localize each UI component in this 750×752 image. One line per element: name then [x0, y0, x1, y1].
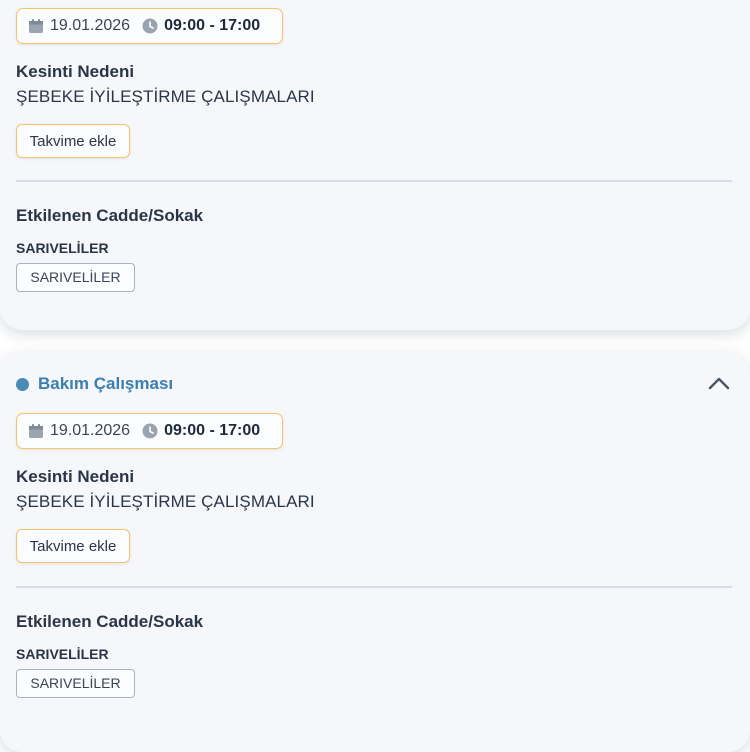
outage-time: 09:00 - 17:00: [164, 17, 261, 34]
chevron-up-icon[interactable]: [708, 376, 730, 390]
calendar-icon: [29, 424, 43, 438]
district-name: SARIVELİLER: [16, 646, 109, 662]
clock-icon: [142, 18, 158, 34]
street-tag: SARIVELİLER: [16, 669, 135, 698]
clock-icon: [142, 423, 158, 439]
outage-card: 19.01.2026 09:00 - 17:00 Kesinti Nedeni …: [0, 0, 750, 330]
date-time-chip: 19.01.2026 09:00 - 17:00: [16, 413, 283, 449]
add-to-calendar-button[interactable]: Takvime ekle: [16, 529, 130, 563]
district-name: SARIVELİLER: [16, 240, 109, 256]
status-label: Bakım Çalışması: [38, 374, 174, 393]
divider: [16, 586, 732, 588]
outage-date: 19.01.2026: [50, 17, 131, 34]
calendar-icon: [29, 19, 43, 33]
affected-streets-label: Etkilenen Cadde/Sokak: [16, 206, 204, 225]
divider: [16, 180, 732, 182]
reason-label: Kesinti Nedeni: [16, 62, 135, 81]
outage-time: 09:00 - 17:00: [164, 422, 261, 439]
reason-label: Kesinti Nedeni: [16, 467, 135, 486]
reason-value: ŞEBEKE İYİLEŞTİRME ÇALIŞMALARI: [16, 87, 315, 106]
reason-value: ŞEBEKE İYİLEŞTİRME ÇALIŞMALARI: [16, 492, 315, 511]
status-row: Bakım Çalışması: [16, 374, 173, 394]
add-to-calendar-button[interactable]: Takvime ekle: [16, 124, 130, 158]
outage-date: 19.01.2026: [50, 422, 131, 439]
status-dot-icon: [16, 377, 29, 391]
date-time-chip: 19.01.2026 09:00 - 17:00: [16, 8, 283, 44]
outage-card: Bakım Çalışması 19.01.2026 09:00 - 17:00…: [0, 352, 750, 752]
street-tag: SARIVELİLER: [16, 263, 135, 292]
affected-streets-label: Etkilenen Cadde/Sokak: [16, 612, 204, 631]
